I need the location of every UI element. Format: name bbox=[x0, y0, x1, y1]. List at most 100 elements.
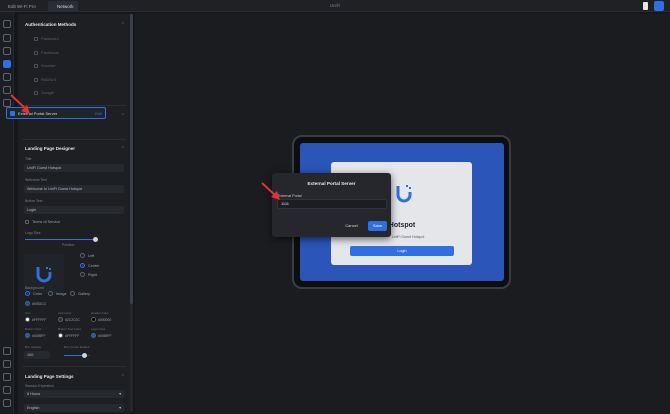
portal-subtitle: UniFi Guest Hotspot bbox=[392, 235, 425, 239]
edit-link[interactable]: Edit bbox=[95, 111, 102, 116]
portal-login-button[interactable]: Login bbox=[350, 246, 454, 256]
corner-radius-label: Box Corner Radius bbox=[64, 345, 90, 349]
checkbox-icon bbox=[34, 63, 38, 68]
wifi-icon[interactable] bbox=[3, 60, 11, 68]
position-left[interactable]: Left bbox=[80, 253, 94, 258]
session-select[interactable]: 8 Hours ▾ bbox=[24, 390, 124, 398]
swatch bbox=[58, 317, 63, 322]
position-center[interactable]: Center bbox=[80, 263, 99, 268]
unifi-logo bbox=[396, 185, 412, 203]
color-label: Text bbox=[25, 311, 31, 315]
radio-icon bbox=[80, 272, 85, 277]
collapse-icon[interactable]: ⌃ bbox=[121, 146, 125, 152]
link-color-field[interactable]: #2C2C2C bbox=[58, 316, 80, 323]
auth-option[interactable]: Voucher bbox=[34, 63, 56, 68]
save-button[interactable]: Save bbox=[368, 221, 387, 231]
language-select[interactable]: English ▾ bbox=[24, 404, 124, 412]
radio-icon bbox=[70, 291, 75, 296]
bg-gallery-option[interactable]: Gallery bbox=[70, 291, 90, 296]
auth-option[interactable]: RADIUS bbox=[34, 77, 56, 82]
device-icon[interactable] bbox=[643, 2, 648, 10]
chevron-down-icon: ▾ bbox=[119, 392, 121, 396]
color-label: Header Color bbox=[91, 311, 109, 315]
config-panel: Authentication Methods ⌃ Password Facebo… bbox=[18, 14, 130, 414]
checkbox-icon bbox=[34, 50, 38, 55]
bg-color-option[interactable]: Color bbox=[25, 291, 42, 296]
collapse-icon[interactable]: ⌃ bbox=[121, 22, 125, 28]
welcome-label: Welcome Text bbox=[25, 178, 47, 182]
session-label: Session Expiration bbox=[25, 384, 54, 388]
chevron-down-icon: ▾ bbox=[119, 406, 121, 410]
topology-icon[interactable] bbox=[3, 34, 11, 42]
divider bbox=[22, 366, 126, 367]
terms-checkbox[interactable]: Terms of Service bbox=[25, 220, 60, 224]
swatch bbox=[25, 333, 30, 338]
color-label: Button Color bbox=[25, 327, 42, 331]
modal-title: External Portal Server bbox=[307, 181, 356, 186]
color-label: Button Text Color bbox=[58, 327, 81, 331]
swatch bbox=[25, 317, 30, 322]
auth-option[interactable]: Facebook bbox=[34, 50, 59, 55]
logo-size-slider[interactable] bbox=[25, 237, 98, 242]
devices-icon[interactable] bbox=[3, 73, 11, 81]
swatch bbox=[25, 301, 30, 306]
color-label: Link Color bbox=[58, 311, 72, 315]
bg-color-field[interactable]: #0052CC bbox=[25, 300, 46, 307]
button-color-field[interactable]: #0059FF bbox=[25, 332, 46, 339]
stats-icon[interactable] bbox=[3, 47, 11, 55]
swatch bbox=[91, 317, 96, 322]
landing-title: Landing Page Designer bbox=[25, 146, 76, 151]
dashboard-icon[interactable] bbox=[3, 20, 11, 28]
settings-icon[interactable] bbox=[3, 386, 11, 394]
button-text-input[interactable]: Login bbox=[24, 206, 124, 214]
red-arrow-icon bbox=[261, 182, 280, 200]
top-bar: Edit Wi-Fi Pro Network UniFi bbox=[0, 0, 670, 12]
radio-icon bbox=[48, 291, 53, 296]
tools-icon[interactable] bbox=[3, 373, 11, 381]
collapse-icon[interactable]: ⌃ bbox=[121, 113, 125, 119]
button-text-color-field[interactable]: #FFFFFF bbox=[58, 332, 79, 339]
alerts-icon[interactable] bbox=[3, 347, 11, 355]
divider bbox=[22, 105, 126, 106]
welcome-input[interactable]: Welcome to UniFi Guest Hotspot bbox=[24, 185, 124, 193]
external-portal-input[interactable]: 1111 bbox=[277, 199, 387, 209]
text-color-field[interactable]: #FFFFFF bbox=[25, 316, 46, 323]
panel-scrollbar[interactable] bbox=[130, 14, 133, 412]
position-label: Position bbox=[62, 243, 75, 247]
auth-option[interactable]: Google bbox=[34, 90, 54, 95]
checkbox-icon bbox=[34, 77, 38, 82]
title-input[interactable]: UniFi Guest Hotspot bbox=[24, 164, 124, 172]
list-icon[interactable] bbox=[3, 360, 11, 368]
header-color-field[interactable]: #000000 bbox=[91, 316, 111, 323]
color-label: Logo Color bbox=[91, 327, 106, 331]
unifi-logo bbox=[36, 267, 52, 283]
slider-knob[interactable] bbox=[82, 353, 87, 358]
collapse-icon[interactable]: ⌃ bbox=[121, 374, 125, 380]
left-rail bbox=[0, 12, 14, 414]
checkbox-icon bbox=[34, 36, 38, 41]
logo-color-field[interactable]: #0059FF bbox=[91, 332, 112, 339]
gear-icon[interactable] bbox=[3, 399, 11, 407]
swatch bbox=[91, 333, 96, 338]
slider-knob[interactable] bbox=[93, 237, 98, 242]
logo-size-label: Logo Size bbox=[25, 231, 41, 235]
auth-option[interactable]: Password bbox=[34, 36, 59, 41]
box-opacity-label: Box Opacity bbox=[25, 345, 42, 349]
radio-icon bbox=[80, 263, 85, 268]
divider bbox=[22, 139, 126, 140]
checkbox-icon bbox=[34, 90, 38, 95]
corner-radius-slider[interactable] bbox=[64, 353, 90, 358]
settings-title: Landing Page Settings bbox=[25, 374, 74, 379]
background-label: Background bbox=[25, 286, 44, 290]
bg-image-option[interactable]: Image bbox=[48, 291, 67, 296]
auth-methods-title: Authentication Methods bbox=[25, 22, 77, 27]
button-text-label: Button Text bbox=[25, 199, 43, 203]
scrollbar-thumb[interactable] bbox=[130, 14, 133, 304]
position-right[interactable]: Right bbox=[80, 272, 97, 277]
avatar[interactable] bbox=[654, 1, 664, 11]
swatch bbox=[58, 333, 63, 338]
cancel-button[interactable]: Cancel bbox=[339, 221, 364, 231]
box-opacity-input[interactable]: 100 bbox=[24, 351, 50, 359]
red-arrow-icon bbox=[10, 94, 30, 114]
checkbox-icon bbox=[25, 220, 29, 224]
